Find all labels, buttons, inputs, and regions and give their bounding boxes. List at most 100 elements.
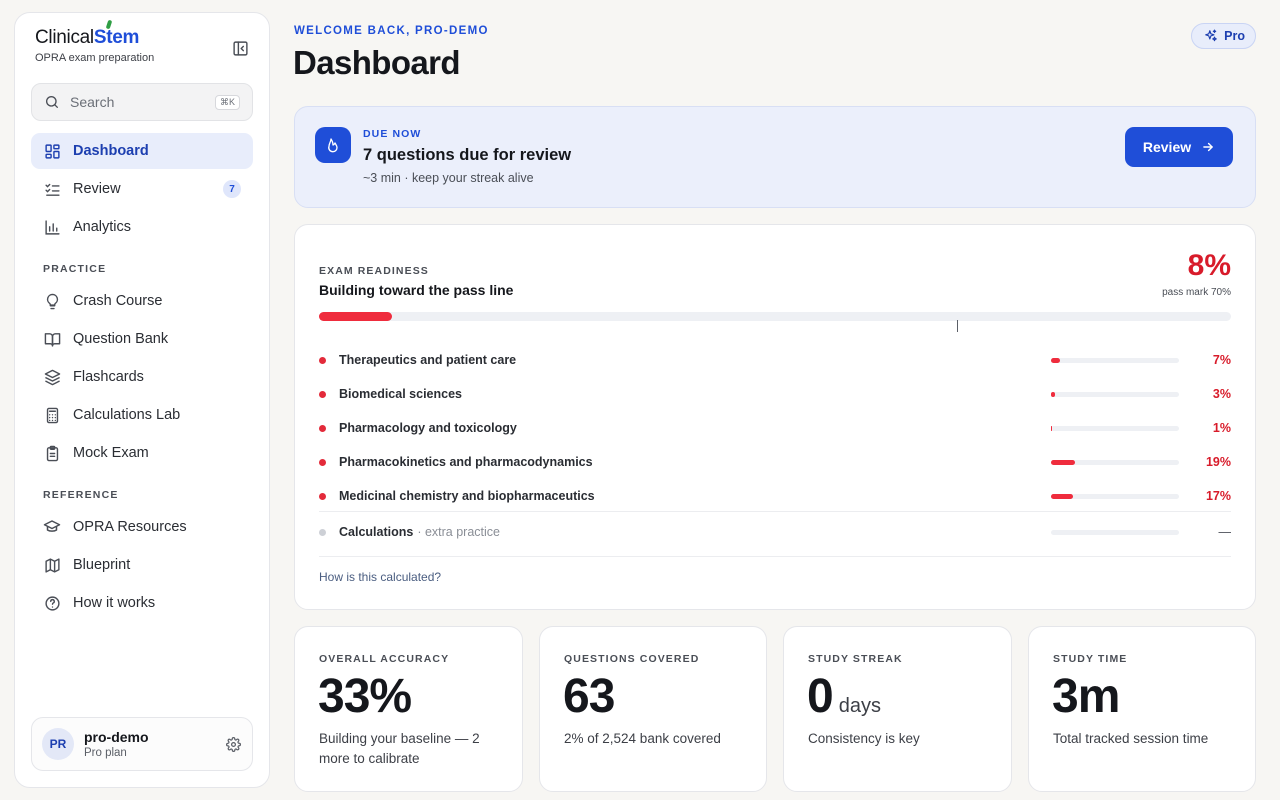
avatar: PR: [42, 728, 74, 760]
topic-percent: —: [1218, 525, 1232, 539]
lightbulb-icon: [46, 293, 58, 309]
sidebar: ClinicalStem OPRA exam preparation ⌘K Da…: [14, 12, 270, 788]
due-title: 7 questions due for review: [363, 146, 572, 164]
topic-row-calculations: Calculations · extra practice —: [319, 515, 1231, 549]
sidebar-item-dashboard[interactable]: Dashboard: [31, 133, 253, 169]
topic-percent: 7%: [1212, 353, 1231, 367]
topic-name: Biomedical sciences: [339, 387, 462, 401]
topic-row: Biomedical sciences 3%: [319, 377, 1231, 411]
topic-divider: [319, 511, 1231, 512]
review-count-badge: 7: [223, 180, 241, 198]
brand-subtitle: OPRA exam preparation: [35, 52, 155, 64]
stat-description: Building your baseline — 2 more to calib…: [319, 731, 480, 766]
how-calculated-link[interactable]: How is this calculated?: [319, 570, 441, 584]
sidebar-item-label: Flashcards: [73, 369, 144, 385]
topic-name: Therapeutics and patient care: [339, 353, 517, 367]
topic-percent: 17%: [1205, 489, 1231, 503]
sidebar-item-review[interactable]: Review 7: [31, 171, 253, 207]
sidebar-item-label: Mock Exam: [73, 445, 149, 461]
topic-row: Medicinal chemistry and biopharmaceutics…: [319, 479, 1231, 513]
topic-progress-fill: [1051, 358, 1060, 363]
stat-label: QUESTIONS COVERED: [564, 653, 700, 665]
exam-readiness-card: EXAM READINESS Building toward the pass …: [294, 224, 1256, 610]
topic-name: Pharmacology and toxicology: [339, 421, 517, 435]
topic-progress-track: [1051, 426, 1179, 431]
stat-card-questions-covered: QUESTIONS COVERED 63 2% of 2,524 bank co…: [539, 626, 767, 792]
readiness-title: Building toward the pass line: [319, 282, 514, 298]
page-title: Dashboard: [293, 44, 461, 81]
sidebar-item-label: Dashboard: [73, 143, 149, 159]
clipboard-icon: [46, 445, 58, 461]
topic-name: Medicinal chemistry and biopharmaceutics: [339, 489, 595, 503]
search-box[interactable]: ⌘K: [31, 83, 253, 121]
bar-chart-icon: [44, 219, 60, 235]
stat-card-accuracy: OVERALL ACCURACY 33% Building your basel…: [294, 626, 523, 792]
sidebar-collapse-icon: [232, 40, 248, 56]
topic-percent: 3%: [1212, 387, 1231, 401]
graduation-cap-icon: [43, 520, 61, 532]
topic-progress-fill: [1051, 426, 1053, 431]
sidebar-item-mock-exam[interactable]: Mock Exam: [31, 435, 253, 471]
sidebar-item-label: OPRA Resources: [73, 519, 187, 535]
user-info: pro-demo Pro plan: [84, 729, 149, 759]
topic-progress-track: [1051, 530, 1179, 535]
brand[interactable]: ClinicalStem OPRA exam preparation: [35, 19, 155, 64]
readiness-progress-fill: [319, 312, 392, 321]
sidebar-item-label: Crash Course: [73, 293, 163, 309]
sidebar-item-blueprint[interactable]: Blueprint: [31, 547, 253, 583]
brand-logo: ClinicalStem: [35, 19, 154, 49]
topic-progress-track: [1051, 358, 1179, 363]
topic-percent: 1%: [1212, 421, 1231, 435]
sparkles-icon: [1205, 29, 1217, 42]
topic-list: Therapeutics and patient care 7% Biomedica…: [319, 343, 1231, 513]
stat-value: 33%: [318, 670, 412, 723]
topic-status-dot: [319, 492, 326, 500]
sidebar-item-label: Blueprint: [73, 557, 131, 573]
stat-description: Consistency is key: [808, 731, 920, 746]
search-shortcut-hint: ⌘K: [214, 94, 240, 110]
topic-status-dot: [319, 356, 326, 364]
due-subtitle: ~3 min · keep your streak alive: [363, 171, 534, 185]
sidebar-item-calculations-lab[interactable]: Calculations Lab: [31, 397, 253, 433]
collapse-sidebar-button[interactable]: [229, 37, 251, 59]
stat-card-study-streak: STUDY STREAK 0 days Consistency is key: [783, 626, 1012, 792]
settings-button[interactable]: [224, 735, 242, 753]
pass-mark-marker: [957, 320, 959, 332]
topic-progress-fill: [1051, 460, 1076, 465]
user-plan: Pro plan: [84, 747, 127, 759]
topic-row: Pharmacology and toxicology 1%: [319, 411, 1231, 445]
sidebar-item-label: Calculations Lab: [73, 407, 181, 423]
stat-unit: days: [838, 695, 881, 717]
sidebar-item-analytics[interactable]: Analytics: [31, 209, 253, 245]
nav-section-practice: PRACTICE: [43, 263, 107, 275]
sidebar-item-how-it-works[interactable]: How it works: [31, 585, 253, 621]
nav-section-reference: REFERENCE: [43, 489, 119, 501]
topic-progress-track: [1051, 460, 1179, 465]
sidebar-item-crash-course[interactable]: Crash Course: [31, 283, 253, 319]
topic-progress-track: [1051, 392, 1179, 397]
checklist-icon: [44, 183, 60, 196]
sidebar-item-question-bank[interactable]: Question Bank: [31, 321, 253, 357]
topic-progress-fill: [1051, 494, 1073, 499]
stat-description: Total tracked session time: [1053, 731, 1209, 746]
readiness-progress-track: [319, 312, 1231, 321]
pro-badge[interactable]: Pro: [1191, 23, 1256, 49]
stat-card-study-time: STUDY TIME 3m Total tracked session time: [1028, 626, 1256, 792]
due-label: DUE NOW: [363, 128, 422, 140]
search-input[interactable]: [70, 94, 210, 110]
pro-label: Pro: [1224, 29, 1245, 43]
gear-icon: [225, 736, 241, 752]
calculator-icon: [46, 407, 58, 423]
stat-value: 3m: [1052, 670, 1120, 723]
grid-icon: [44, 143, 60, 159]
review-button[interactable]: Review: [1125, 127, 1233, 167]
user-card[interactable]: PR pro-demo Pro plan: [31, 717, 253, 771]
pass-mark-text: pass mark 70%: [1162, 287, 1231, 298]
welcome-text: WELCOME BACK, PRO-DEMO: [294, 25, 489, 37]
topic-row: Pharmacokinetics and pharmacodynamics 19%: [319, 445, 1231, 479]
sidebar-item-label: Analytics: [73, 219, 132, 235]
stat-value: 63: [563, 670, 615, 723]
sidebar-item-flashcards[interactable]: Flashcards: [31, 359, 253, 395]
topic-name: Calculations: [339, 525, 414, 539]
sidebar-item-opra-resources[interactable]: OPRA Resources: [31, 509, 253, 545]
